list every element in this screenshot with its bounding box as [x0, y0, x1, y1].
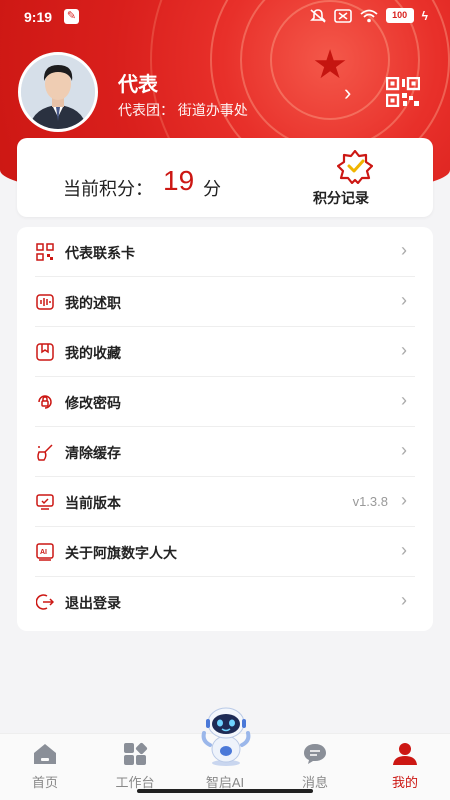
- chevron-right-icon: ›: [401, 340, 407, 360]
- wifi-icon: [360, 9, 378, 22]
- tab-messages[interactable]: 消息: [270, 742, 360, 792]
- menu-item-label: 修改密码: [65, 395, 121, 411]
- svg-text:AI: AI: [40, 549, 47, 556]
- menu-item-label: 我的收藏: [65, 345, 121, 361]
- avatar[interactable]: [18, 52, 98, 132]
- audio-wave-icon: [36, 294, 54, 310]
- tab-workbench[interactable]: 工作台: [90, 742, 180, 792]
- tab-home[interactable]: 首页: [0, 742, 90, 792]
- profile-name: 代表: [118, 74, 158, 96]
- menu-item-label: 关于阿旗数字人大: [65, 545, 177, 561]
- mute-bell-icon: [309, 8, 326, 23]
- chat-bubble-icon: [304, 744, 326, 764]
- points-label: 当前积分：: [63, 179, 153, 199]
- menu-item-clear-cache[interactable]: 清除缓存 ›: [17, 427, 433, 477]
- chevron-right-icon: ›: [401, 390, 407, 410]
- points-unit: 分: [203, 179, 221, 199]
- chevron-right-icon[interactable]: ›: [344, 80, 351, 106]
- menu-item-label: 退出登录: [65, 595, 121, 611]
- settings-menu: 代表联系卡 › 我的述职 › 我的收藏 › 修改密码 › 清除缓存 › 当前版本…: [17, 227, 433, 631]
- menu-item-logout[interactable]: 退出登录 ›: [17, 577, 433, 627]
- broom-icon: [37, 444, 53, 461]
- chevron-right-icon: ›: [401, 290, 407, 310]
- menu-item-label: 当前版本: [65, 495, 121, 511]
- status-icons: 100 ϟ: [309, 8, 428, 23]
- tab-label: 我的: [391, 775, 418, 790]
- lock-refresh-icon: [38, 395, 52, 409]
- points-value: 19: [163, 165, 195, 196]
- wrench-icon: ✎: [64, 9, 79, 24]
- bookmark-box-icon: [36, 343, 54, 361]
- home-indicator: [137, 789, 313, 793]
- qr-code-icon[interactable]: [386, 77, 420, 107]
- menu-item-label: 代表联系卡: [65, 245, 135, 261]
- chevron-right-icon: ›: [401, 240, 407, 260]
- tab-mine[interactable]: 我的: [360, 742, 450, 792]
- menu-item-contact-card[interactable]: 代表联系卡 ›: [17, 227, 433, 277]
- chevron-right-icon: ›: [401, 540, 407, 560]
- star-emblem-icon: ★: [312, 43, 348, 87]
- home-icon: [34, 744, 56, 764]
- logout-icon: [36, 594, 54, 610]
- monitor-check-icon: [36, 494, 54, 510]
- charging-icon: ϟ: [421, 8, 428, 23]
- menu-item-label: 我的述职: [65, 295, 121, 311]
- menu-item-label: 清除缓存: [65, 445, 121, 461]
- chevron-right-icon: ›: [401, 440, 407, 460]
- status-bar: 9:19 ✎ 100 ϟ: [0, 0, 450, 34]
- version-value: v1.3.8: [352, 494, 388, 509]
- points-card: 当前积分： 19 分 积分记录: [17, 138, 433, 217]
- ai-doc-icon: AI: [36, 543, 54, 561]
- sim-off-icon: [333, 8, 352, 23]
- menu-item-favorites[interactable]: 我的收藏 ›: [17, 327, 433, 377]
- qr-card-icon: [36, 243, 54, 261]
- menu-item-version[interactable]: 当前版本 v1.3.8 ›: [17, 477, 433, 527]
- points-record-button[interactable]: 积分记录: [307, 148, 397, 208]
- battery-icon: 100: [385, 8, 414, 23]
- grid-icon: [124, 742, 148, 765]
- avatar-photo: [21, 55, 95, 129]
- points-record-label: 积分记录: [313, 190, 369, 206]
- menu-item-about[interactable]: AI 关于阿旗数字人大 ›: [17, 527, 433, 577]
- chevron-right-icon: ›: [401, 590, 407, 610]
- menu-item-change-password[interactable]: 修改密码 ›: [17, 377, 433, 427]
- person-icon: [393, 743, 417, 765]
- menu-item-report[interactable]: 我的述职 ›: [17, 277, 433, 327]
- profile-team: 代表团： 街道办事处: [118, 102, 248, 118]
- badge-check-icon: [337, 150, 373, 184]
- robot-icon[interactable]: [196, 705, 256, 767]
- chevron-right-icon: ›: [401, 490, 407, 510]
- tab-label: 首页: [31, 775, 58, 790]
- status-time: 9:19: [24, 9, 53, 25]
